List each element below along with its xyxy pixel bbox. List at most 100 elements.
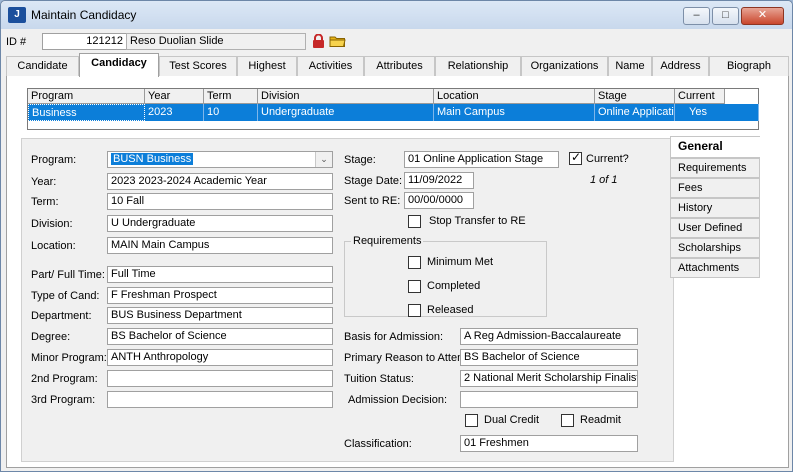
grid-header-program[interactable]: Program — [28, 89, 145, 104]
general-panel: Program: BUSN Business ⌄ Year: 2023 2023… — [21, 138, 674, 462]
program-value: BUSN Business — [111, 153, 194, 165]
tuition-status-label: Tuition Status: — [344, 373, 414, 385]
basis-for-admission-field[interactable]: A Reg Admission-Baccalaureate — [460, 328, 638, 345]
side-tab-history[interactable]: History — [670, 198, 760, 218]
sent-to-re-field[interactable]: 00/00/0000 — [404, 192, 474, 209]
grid-header-term[interactable]: Term — [204, 89, 258, 104]
side-tab-fees[interactable]: Fees — [670, 178, 760, 198]
tab-relationship[interactable]: Relationship — [435, 56, 521, 76]
completed-checkbox[interactable] — [408, 280, 421, 293]
tab-candidacy[interactable]: Candidacy — [79, 53, 159, 77]
grid-cell-term: 10 — [204, 104, 258, 121]
minimize-button[interactable]: – — [683, 7, 710, 25]
window-title: Maintain Candidacy — [31, 8, 137, 22]
requirements-group-title: Requirements — [351, 235, 424, 247]
basis-for-admission-label: Basis for Admission: — [344, 331, 444, 343]
part-full-time-label: Part/ Full Time: — [31, 269, 105, 281]
grid-cell-current: Yes — [675, 104, 759, 121]
admission-decision-field[interactable] — [460, 391, 638, 408]
grid-header-location[interactable]: Location — [434, 89, 595, 104]
tab-organizations[interactable]: Organizations — [521, 56, 608, 76]
tab-highest[interactable]: Highest — [237, 56, 297, 76]
readmit-label: Readmit — [580, 414, 621, 426]
tab-biograph[interactable]: Biograph — [709, 56, 789, 76]
maximize-button[interactable]: □ — [712, 7, 739, 25]
division-label: Division: — [31, 218, 73, 230]
classification-label: Classification: — [344, 438, 412, 450]
maximize-icon: □ — [722, 9, 729, 21]
app-icon: J — [8, 7, 26, 23]
record-count: 1 of 1 — [590, 174, 618, 186]
readmit-checkbox[interactable] — [561, 414, 574, 427]
degree-field[interactable]: BS Bachelor of Science — [107, 328, 333, 345]
stop-transfer-checkbox[interactable] — [408, 215, 421, 228]
minimum-met-label: Minimum Met — [427, 256, 494, 268]
division-field[interactable]: U Undergraduate — [107, 215, 333, 232]
term-field[interactable]: 10 Fall — [107, 193, 333, 210]
current-checkbox[interactable] — [569, 150, 582, 165]
id-label: ID # — [6, 36, 27, 48]
term-label: Term: — [31, 196, 59, 208]
degree-label: Degree: — [31, 331, 71, 343]
candidacy-grid[interactable]: Program Year Term Division Location Stag… — [27, 88, 759, 130]
grid-cell-stage: Online Applicatio — [595, 104, 675, 121]
minimize-icon: – — [693, 9, 700, 21]
tuition-status-field[interactable]: 2 National Merit Scholarship Finalist w — [460, 370, 638, 387]
side-tab-user-defined[interactable]: User Defined — [670, 218, 760, 238]
tab-attributes[interactable]: Attributes — [364, 56, 435, 76]
type-of-cand-label: Type of Cand: — [31, 290, 100, 302]
maintain-candidacy-window: J Maintain Candidacy – □ ✕ ID # 121212 R… — [0, 0, 793, 472]
side-tab-attachments[interactable]: Attachments — [670, 258, 760, 278]
part-full-time-field[interactable]: Full Time — [107, 266, 333, 283]
side-tab-general[interactable]: General — [670, 136, 760, 158]
released-checkbox[interactable] — [408, 304, 421, 317]
department-field[interactable]: BUS Business Department — [107, 307, 333, 324]
minimum-met-checkbox[interactable] — [408, 256, 421, 269]
location-field[interactable]: MAIN Main Campus — [107, 237, 333, 254]
grid-header-current[interactable]: Current — [675, 89, 725, 104]
tab-name[interactable]: Name — [608, 56, 652, 76]
tab-address[interactable]: Address — [652, 56, 709, 76]
tab-test-scores[interactable]: Test Scores — [159, 56, 237, 76]
current-label: Current? — [586, 153, 629, 165]
year-label: Year: — [31, 176, 57, 188]
stage-date-label: Stage Date: — [344, 175, 403, 187]
dual-credit-checkbox[interactable] — [465, 414, 478, 427]
stage-field[interactable]: 01 Online Application Stage — [404, 151, 559, 168]
close-button[interactable]: ✕ — [741, 7, 784, 25]
second-program-field[interactable] — [107, 370, 333, 387]
grid-header-division[interactable]: Division — [258, 89, 434, 104]
grid-cell-division: Undergraduate — [258, 104, 434, 121]
tab-activities[interactable]: Activities — [297, 56, 364, 76]
program-label: Program: — [31, 154, 77, 166]
grid-header-year[interactable]: Year — [145, 89, 204, 104]
classification-field[interactable]: 01 Freshmen — [460, 435, 638, 452]
folder-icon[interactable] — [329, 34, 346, 48]
type-of-cand-field[interactable]: F Freshman Prospect — [107, 287, 333, 304]
tab-candidate[interactable]: Candidate — [6, 56, 79, 76]
grid-cell-year: 2023 — [145, 104, 204, 121]
side-tab-requirements[interactable]: Requirements — [670, 158, 760, 178]
third-program-label: 3rd Program: — [31, 394, 96, 406]
sent-to-re-label: Sent to RE: — [344, 195, 401, 207]
requirements-group: Requirements Minimum Met Completed Relea… — [344, 235, 547, 317]
minor-program-field[interactable]: ANTH Anthropology — [107, 349, 333, 366]
dual-credit-label: Dual Credit — [484, 414, 540, 426]
id-input[interactable]: 121212 — [42, 33, 127, 50]
admission-decision-label: Admission Decision: — [348, 394, 448, 406]
year-field[interactable]: 2023 2023-2024 Academic Year — [107, 173, 333, 190]
chevron-down-icon[interactable]: ⌄ — [315, 152, 332, 167]
lock-icon[interactable] — [312, 34, 325, 49]
title-bar[interactable]: J Maintain Candidacy – □ ✕ — [1, 1, 792, 29]
side-tab-scholarships[interactable]: Scholarships — [670, 238, 760, 258]
close-icon: ✕ — [757, 9, 768, 21]
name-display: Reso Duolian Slide — [126, 33, 306, 50]
grid-cell-program: Business — [28, 104, 145, 121]
main-tab-strip: Candidate Candidacy Test Scores Highest … — [6, 53, 789, 77]
primary-reason-field[interactable]: BS Bachelor of Science — [460, 349, 638, 366]
third-program-field[interactable] — [107, 391, 333, 408]
grid-cell-location: Main Campus — [434, 104, 595, 121]
stage-date-field[interactable]: 11/09/2022 — [404, 172, 474, 189]
program-select[interactable]: BUSN Business ⌄ — [107, 151, 333, 168]
grid-header-stage[interactable]: Stage — [595, 89, 675, 104]
